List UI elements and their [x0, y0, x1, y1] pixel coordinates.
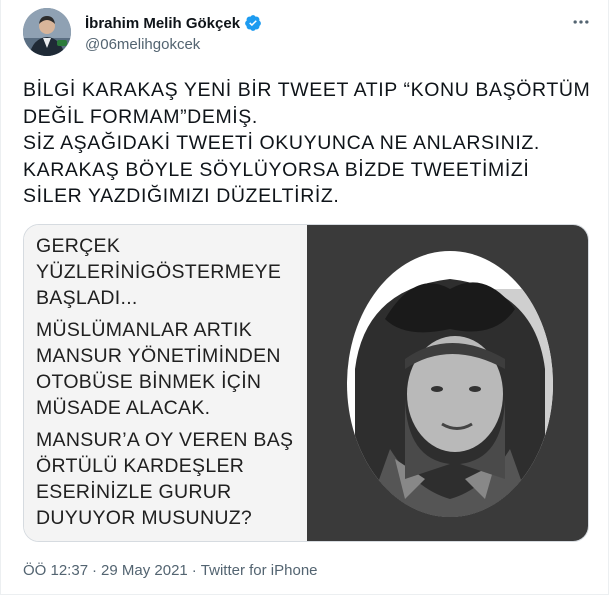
screenshot-text: GERÇEK YÜZLERİNİGÖSTERMEYE BAŞLADI... MÜ…	[36, 233, 302, 537]
author-name-row[interactable]: İbrahim Melih Gökçek	[85, 14, 262, 32]
tweet-card: İbrahim Melih Gökçek @06melihgokcek BİLG…	[0, 0, 609, 595]
author-avatar[interactable]	[23, 8, 71, 56]
more-icon[interactable]	[569, 10, 593, 34]
screenshot-paragraph: MANSUR’A OY VEREN BAŞ ÖRTÜLÜ KARDEŞLER E…	[36, 429, 294, 529]
author-name[interactable]: İbrahim Melih Gökçek	[85, 15, 240, 32]
screenshot-paragraph: MÜSLÜMANLAR ARTIK MANSUR YÖNETİMİNDEN OT…	[36, 319, 281, 419]
tweet-source[interactable]: Twitter for iPhone	[201, 562, 318, 579]
media-screenshot-panel[interactable]: GERÇEK YÜZLERİNİGÖSTERMEYE BAŞLADI... MÜ…	[24, 225, 307, 541]
portrait-photo	[347, 251, 553, 517]
screenshot-paragraph: GERÇEK YÜZLERİNİGÖSTERMEYE BAŞLADI...	[36, 235, 282, 309]
author-handle[interactable]: @06melihgokcek	[85, 36, 200, 53]
tweet-media[interactable]: GERÇEK YÜZLERİNİGÖSTERMEYE BAŞLADI... MÜ…	[23, 224, 589, 542]
meta-separator: ·	[92, 562, 98, 579]
tweet-date[interactable]: 29 May 2021	[101, 562, 188, 579]
avatar-image	[23, 8, 71, 56]
tweet-time[interactable]: ÖÖ 12:37	[23, 562, 88, 579]
tweet-text: BİLGİ KARAKAŞ YENİ BİR TWEET ATIP “KONU …	[23, 79, 591, 207]
media-photo-panel[interactable]	[307, 225, 588, 541]
tweet-meta: ÖÖ 12:37 · 29 May 2021 · Twitter for iPhone	[23, 562, 318, 579]
verified-badge-icon	[244, 14, 262, 32]
meta-separator: ·	[191, 562, 197, 579]
